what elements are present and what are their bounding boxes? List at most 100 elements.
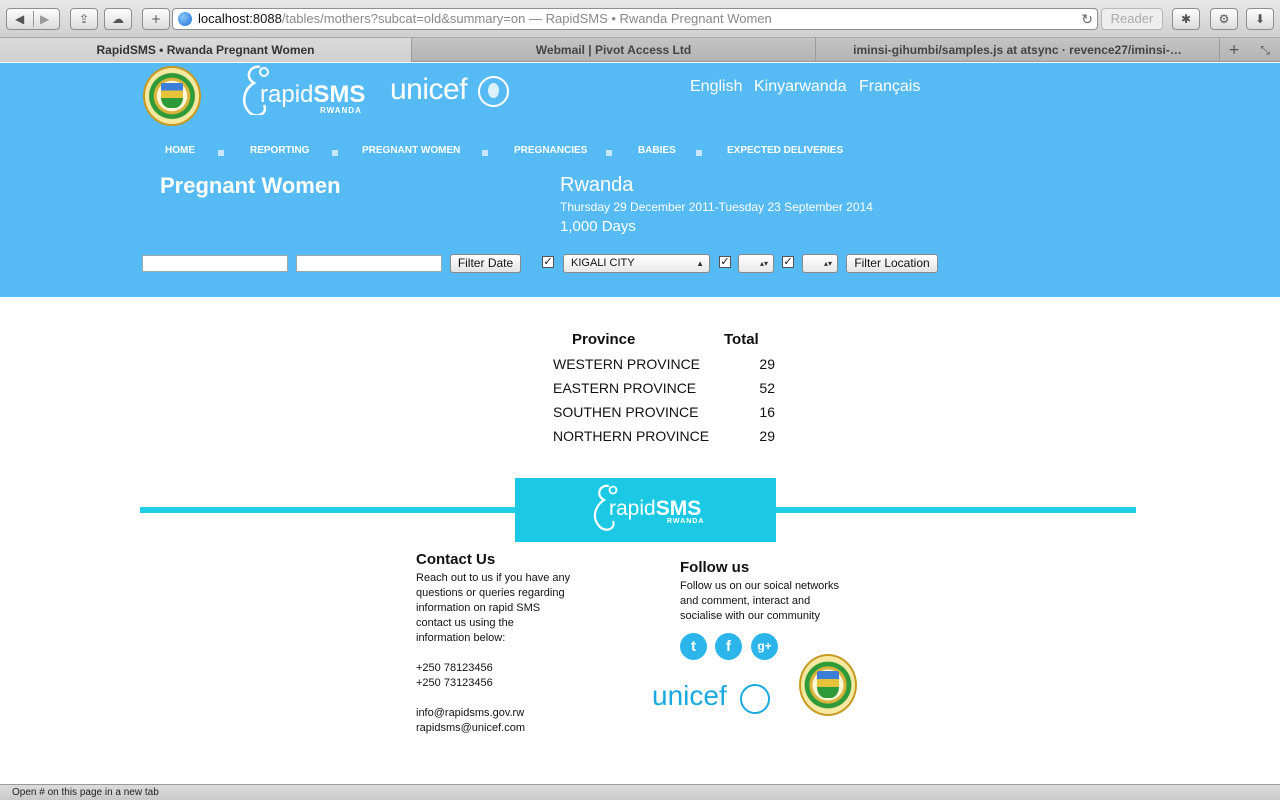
column-header-province: Province xyxy=(572,331,636,348)
start-date-input[interactable] xyxy=(142,255,288,272)
new-tab-plus-icon[interactable]: + xyxy=(1228,38,1240,62)
icloud-button[interactable]: ☁ xyxy=(104,8,132,30)
bug-icon: ✱ xyxy=(1180,12,1192,26)
share-icon: ⇪ xyxy=(78,12,90,26)
settings-button[interactable]: ⚙ xyxy=(1210,8,1238,30)
nav-expected-deliveries[interactable]: EXPECTED DELIVERIES xyxy=(727,145,843,156)
follow-line: and comment, interact and xyxy=(680,595,811,607)
follow-line: socialise with our community xyxy=(680,610,820,622)
globe-icon xyxy=(178,12,192,26)
date-range: Thursday 29 December 2011-Tuesday 23 Sep… xyxy=(560,200,873,214)
tab-webmail[interactable]: Webmail | Pivot Access Ltd xyxy=(412,38,816,62)
table-row-total: 29 xyxy=(759,428,775,444)
footer-unicef-globe-icon xyxy=(740,684,770,714)
end-date-input[interactable] xyxy=(296,255,442,272)
page-title: Pregnant Women xyxy=(160,173,341,198)
filter-date-button[interactable]: Filter Date xyxy=(450,254,521,273)
rapidsms-sub: RWANDA xyxy=(320,106,362,115)
follow-text: Follow us on our soical networks and com… xyxy=(680,579,839,624)
contact-text: Reach out to us if you have any question… xyxy=(416,571,570,646)
filter-location-button[interactable]: Filter Location xyxy=(846,254,938,273)
contact-line: information on rapid SMS xyxy=(416,602,541,614)
tab-bar: RapidSMS • Rwanda Pregnant Women Webmail… xyxy=(0,38,1280,62)
contact-email[interactable]: info@rapidsms.gov.rw xyxy=(416,706,525,721)
select-arrows-icon: ▲ xyxy=(696,259,704,268)
plus-icon: + xyxy=(150,12,162,26)
table-row-total: 29 xyxy=(759,356,775,372)
district-select[interactable]: ▴▾ xyxy=(738,254,774,273)
follow-line: Follow us on our soical networks xyxy=(680,580,839,592)
tab-overview-icon[interactable]: ⤡ xyxy=(1260,38,1270,62)
unicef-globe-icon xyxy=(478,76,509,107)
status-bar: Open # on this page in a new tab xyxy=(0,784,1280,800)
province-checkbox[interactable]: ✓ xyxy=(542,256,554,268)
footer-rapidsms-logo: rapidSMS RWANDA xyxy=(515,478,776,542)
contact-line: information below: xyxy=(416,632,506,644)
new-tab-button[interactable]: + xyxy=(142,8,170,30)
sector-select[interactable]: ▴▾ xyxy=(802,254,838,273)
province-select-value: KIGALI CITY xyxy=(571,257,635,269)
select-arrows-icon: ▴▾ xyxy=(759,259,768,268)
contact-phones: +250 78123456 +250 73123456 xyxy=(416,661,493,691)
twitter-icon[interactable]: t xyxy=(680,633,707,660)
share-button[interactable]: ⇪ xyxy=(70,8,98,30)
footer-rapidsms-brand-bold: SMS xyxy=(655,497,702,520)
lang-english[interactable]: English xyxy=(690,78,742,96)
nav-pregnant-women[interactable]: PREGNANT WOMEN xyxy=(362,145,460,156)
facebook-icon[interactable]: f xyxy=(715,633,742,660)
nav-separator xyxy=(696,150,702,156)
contact-email[interactable]: rapidsms@unicef.com xyxy=(416,721,525,736)
url-separator: — xyxy=(528,11,542,26)
url-page-title: RapidSMS • Rwanda Pregnant Women xyxy=(545,11,772,26)
url-path: /tables/mothers?subcat=old&summary=on xyxy=(281,11,526,26)
column-header-total: Total xyxy=(724,331,759,348)
nav-home[interactable]: HOME xyxy=(165,145,195,156)
nav-separator xyxy=(332,150,338,156)
nav-babies[interactable]: BABIES xyxy=(638,145,676,156)
lang-kinyarwanda[interactable]: Kinyarwanda xyxy=(754,78,847,96)
footer-unicef-logo-text: unicef xyxy=(652,680,727,711)
footer-rapidsms-sub: RWANDA xyxy=(667,518,705,525)
table-row-total: 52 xyxy=(759,380,775,396)
select-arrows-icon: ▴▾ xyxy=(823,259,832,268)
nav-separator xyxy=(218,150,224,156)
rapidsms-logo[interactable]: rapidSMS RWANDA xyxy=(238,63,368,123)
province-select[interactable]: KIGALI CITY ▲ xyxy=(563,254,710,273)
extension-button[interactable]: ✱ xyxy=(1172,8,1200,30)
forward-icon[interactable]: ▶ xyxy=(40,9,49,29)
table-row-total: 16 xyxy=(759,404,775,420)
rapidsms-brand-bold: SMS xyxy=(313,81,366,108)
browser-toolbar: ◀ ▶ ⇪ ☁ + localhost:8088/tables/mothers?… xyxy=(0,0,1280,38)
region-name: Rwanda xyxy=(560,174,634,196)
reader-button[interactable]: Reader xyxy=(1101,8,1163,30)
contact-heading: Contact Us xyxy=(416,551,496,568)
table-row-name: WESTERN PROVINCE xyxy=(553,356,701,372)
rapidsms-brand-light: rapid xyxy=(260,81,314,108)
back-icon[interactable]: ◀ xyxy=(15,9,24,29)
lang-francais[interactable]: Français xyxy=(859,78,920,96)
contact-line: contact us using the xyxy=(416,617,514,629)
rwanda-seal-logo[interactable] xyxy=(143,66,201,126)
nav-pregnancies[interactable]: PREGNANCIES xyxy=(514,145,587,156)
district-checkbox[interactable]: ✓ xyxy=(719,256,731,268)
nav-reporting[interactable]: REPORTING xyxy=(250,145,309,156)
gear-icon: ⚙ xyxy=(1218,12,1230,26)
table-row-name: EASTERN PROVINCE xyxy=(553,380,697,396)
contact-line: questions or queries regarding xyxy=(416,587,565,599)
nav-separator xyxy=(606,150,612,156)
reload-icon[interactable]: ↻ xyxy=(1081,9,1093,29)
sector-checkbox[interactable]: ✓ xyxy=(782,256,794,268)
cloud-icon: ☁ xyxy=(112,12,124,26)
tab-github[interactable]: iminsi-gihumbi/samples.js at atsync · re… xyxy=(816,38,1220,62)
address-bar[interactable]: localhost:8088/tables/mothers?subcat=old… xyxy=(172,8,1098,30)
table-row-name: NORTHERN PROVINCE xyxy=(553,428,710,444)
table-row-name: SOUTHEN PROVINCE xyxy=(553,404,699,420)
nav-separator xyxy=(482,150,488,156)
google-plus-icon[interactable]: g+ xyxy=(751,633,778,660)
days-count: 1,000 Days xyxy=(560,218,636,235)
tab-rapidsms[interactable]: RapidSMS • Rwanda Pregnant Women xyxy=(0,38,412,62)
downloads-button[interactable]: ⬇ xyxy=(1246,8,1274,30)
back-forward-buttons[interactable]: ◀ ▶ xyxy=(6,8,60,30)
contact-line: Reach out to us if you have any xyxy=(416,572,571,584)
unicef-logo-text[interactable]: unicef xyxy=(390,73,468,107)
